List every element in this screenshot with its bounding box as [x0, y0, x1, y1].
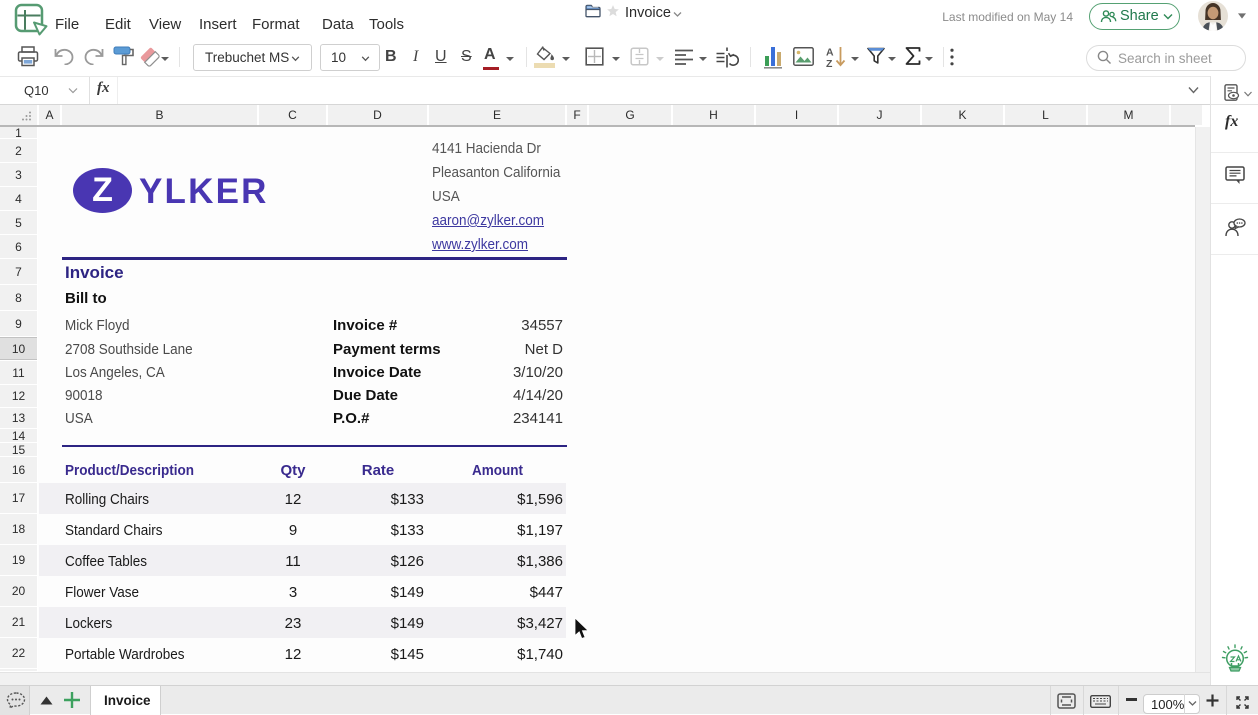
svg-text:Z: Z	[826, 58, 833, 68]
svg-text:A: A	[826, 47, 834, 59]
